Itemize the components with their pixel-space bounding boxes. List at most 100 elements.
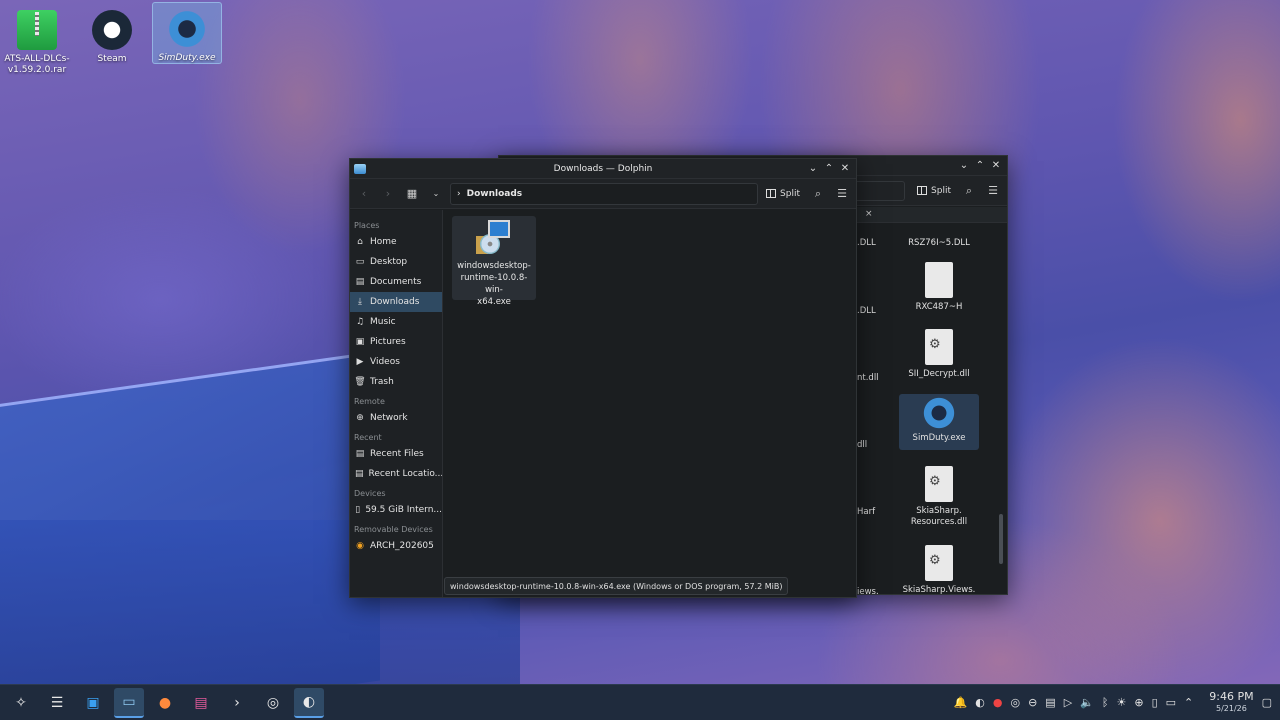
dll-file-icon [925,329,953,365]
media-player-icon[interactable]: ▷ [1064,696,1072,709]
steam-icon: ◎ [266,694,280,711]
sidebar-item-label: Desktop [370,257,408,267]
sidebar-item-music[interactable]: ♫ Music [350,312,442,332]
sidebar-item-documents[interactable]: ▤ Documents [350,272,442,292]
tab-close-icon[interactable]: × [865,209,873,219]
sidebar-item-desktop[interactable]: ▭ Desktop [350,252,442,272]
sidebar-item-usb-drive[interactable]: ◉ ARCH_202605 [350,536,442,556]
sidebar-item-downloads[interactable]: ⤓ Downloads [350,292,442,312]
display-icon[interactable]: ▭ [1166,696,1176,709]
back-breadcrumb[interactable] [853,180,906,201]
clock[interactable]: 9:46 PM 5/21/26 [1209,689,1254,715]
menu-button[interactable]: ☰ [832,184,852,204]
scrollbar[interactable] [999,514,1003,564]
file-item[interactable]: SII_Decrypt.dll [899,329,979,380]
sidebar-item-pictures[interactable]: ▣ Pictures [350,332,442,352]
sidebar-item-recent-locations[interactable]: ▤ Recent Locatio... [350,464,442,484]
bluetooth-icon[interactable]: ᛒ [1102,696,1109,709]
back-tab[interactable]: × [857,207,1007,223]
record-icon[interactable]: ● [993,696,1003,709]
sidebar-item-label: Trash [370,377,394,387]
steam-tray-icon[interactable]: ◎ [1010,696,1020,709]
desktop-icon-steam[interactable]: Steam [77,4,147,64]
file-name: RXC487~H [915,302,963,312]
sidebar-item-label: Network [370,413,408,423]
minimize-button[interactable]: ⌄ [957,159,971,173]
taskbar-store[interactable]: ▣ [78,688,108,718]
search-button[interactable]: ⌕ [959,181,979,201]
sidebar-item-home[interactable]: ⌂ Home [350,232,442,252]
taskbar-terminal[interactable]: › [222,688,252,718]
file-item[interactable]: SkiaSharp. Resources.dll [899,466,979,528]
obs-tray-icon[interactable]: ◐ [975,696,985,709]
pictures-icon: ▣ [355,337,365,347]
sidebar-item-recent-files[interactable]: ▤ Recent Files [350,444,442,464]
volume-icon[interactable]: 🔈 [1080,696,1094,709]
status-bar: windowsdesktop-runtime-10.0.8-win-x64.ex… [444,577,789,595]
sidebar-item-label: Recent Locatio... [368,469,442,479]
firefox-icon: ● [158,694,172,711]
breadcrumb-item[interactable]: Downloads [467,189,523,199]
minimize-button[interactable]: ⌄ [806,162,820,176]
view-mode-dropdown[interactable]: ⌄ [426,184,446,204]
download-icon: ⤓ [358,297,362,307]
close-button[interactable]: ✕ [838,162,852,176]
desktop-icon-simduty[interactable]: SimDuty.exe [152,2,222,64]
network-tray-icon[interactable]: ⊕ [1134,696,1143,709]
taskbar-settings[interactable]: ☰ [42,688,72,718]
taskbar-media[interactable]: ▤ [186,688,216,718]
sidebar-item-label: Downloads [370,297,420,307]
forward-button[interactable]: › [378,184,398,204]
vault-icon[interactable]: ⊖ [1028,696,1037,709]
maximize-button[interactable]: ⌃ [822,162,836,176]
drive-icon: ▯ [355,505,361,515]
sidebar-section-remote: Remote [354,397,385,406]
taskbar-dolphin[interactable]: ▭ [114,687,144,718]
expand-tray-icon[interactable]: ⌃ [1184,696,1193,709]
dll-file-icon [925,466,953,502]
trash-icon: 🗑 [354,377,366,387]
file-item[interactable]: RXC487~H [899,262,979,313]
file-view[interactable]: windowsdesktop- runtime-10.0.8-win- x64.… [444,210,856,597]
split-button[interactable]: Split [913,186,955,196]
sidebar-item-videos[interactable]: ▶ Videos [350,352,442,372]
sidebar-item-internal-drive[interactable]: ▯ 59.5 GiB Intern... [350,500,442,520]
sidebar-item-label: Home [370,237,397,247]
front-dolphin-window[interactable]: Downloads — Dolphin ⌄ ⌃ ✕ ‹ › ▦ ⌄ › Down… [349,158,857,598]
clipboard-icon[interactable]: ▤ [1045,696,1055,709]
search-icon: ⌕ [814,186,822,200]
back-button[interactable]: ‹ [354,184,374,204]
file-item-installer[interactable]: windowsdesktop- runtime-10.0.8-win- x64.… [452,216,536,307]
terminal-icon: › [234,694,240,711]
launcher-button[interactable]: ✧ [6,688,36,718]
notifications-icon[interactable]: 🔔 [954,696,968,709]
taskbar-firefox[interactable]: ● [150,688,180,718]
file-item-selected[interactable]: SimDuty.exe [899,394,979,450]
clock-time: 9:46 PM [1209,689,1254,703]
menu-button[interactable]: ☰ [983,181,1003,201]
dolphin-icon: ▭ [122,693,136,710]
file-item[interactable]: RSZ76I~5.DLL [899,238,979,249]
installer-exe-icon [474,220,514,258]
taskbar-obs[interactable]: ◐ [294,687,324,718]
desktop-icon-label: Steam [97,54,127,64]
front-window-titlebar[interactable]: Downloads — Dolphin ⌄ ⌃ ✕ [350,159,856,179]
recent-locations-icon: ▤ [355,469,364,479]
file-item[interactable]: SkiaSharp.Views. [899,545,979,596]
search-button[interactable]: ⌕ [808,184,828,204]
taskbar-steam[interactable]: ◎ [258,688,288,718]
brightness-icon[interactable]: ☀ [1116,696,1126,709]
view-mode-button[interactable]: ▦ [402,184,422,204]
battery-icon[interactable]: ▯ [1152,696,1158,709]
breadcrumb[interactable]: › Downloads [450,182,759,205]
desktop-icon-rar[interactable]: ATS-ALL-DLCs-v1.59.2.0.rar [2,4,72,78]
maximize-button[interactable]: ⌃ [973,159,987,173]
sidebar-item-trash[interactable]: 🗑 Trash [350,372,442,392]
close-button[interactable]: ✕ [989,159,1003,173]
sidebar-item-network[interactable]: ⊕ Network [350,408,442,428]
split-button[interactable]: Split [762,189,804,199]
documents-icon: ▤ [355,277,365,287]
show-desktop-icon[interactable]: ▢ [1262,696,1272,709]
window-title: Downloads — Dolphin [553,163,653,174]
sidebar-section-devices: Devices [354,489,386,498]
